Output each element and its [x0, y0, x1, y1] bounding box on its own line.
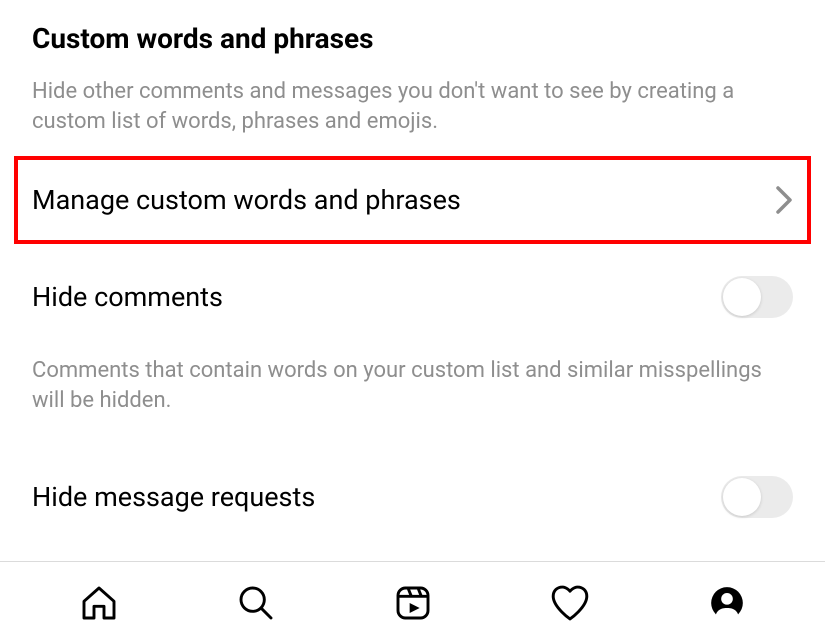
nav-activity[interactable]: [491, 583, 648, 623]
hide-message-requests-label: Hide message requests: [32, 481, 315, 513]
manage-custom-words-label: Manage custom words and phrases: [32, 184, 461, 216]
hide-comments-description: Comments that contain words on your cust…: [0, 328, 825, 435]
profile-icon: [707, 583, 747, 623]
section-description: Hide other comments and messages you don…: [0, 67, 825, 156]
nav-reels[interactable]: [334, 583, 491, 623]
bottom-navigation: [0, 561, 825, 643]
chevron-right-icon: [775, 185, 793, 215]
hide-comments-label: Hide comments: [32, 281, 223, 313]
nav-search[interactable]: [177, 583, 334, 623]
heart-icon: [549, 583, 591, 623]
settings-content: Custom words and phrases Hide other comm…: [0, 0, 825, 518]
hide-comments-row: Hide comments: [0, 254, 825, 328]
section-title: Custom words and phrases: [0, 0, 825, 67]
manage-custom-words-row[interactable]: Manage custom words and phrases: [14, 156, 811, 244]
toggle-knob: [723, 278, 761, 316]
hide-message-requests-toggle[interactable]: [721, 476, 793, 518]
hide-comments-toggle[interactable]: [721, 276, 793, 318]
hide-message-requests-row: Hide message requests: [0, 436, 825, 518]
search-icon: [236, 583, 276, 623]
toggle-knob: [723, 478, 761, 516]
nav-home[interactable]: [20, 583, 177, 623]
nav-profile[interactable]: [648, 583, 805, 623]
reels-icon: [393, 583, 433, 623]
home-icon: [79, 583, 119, 623]
